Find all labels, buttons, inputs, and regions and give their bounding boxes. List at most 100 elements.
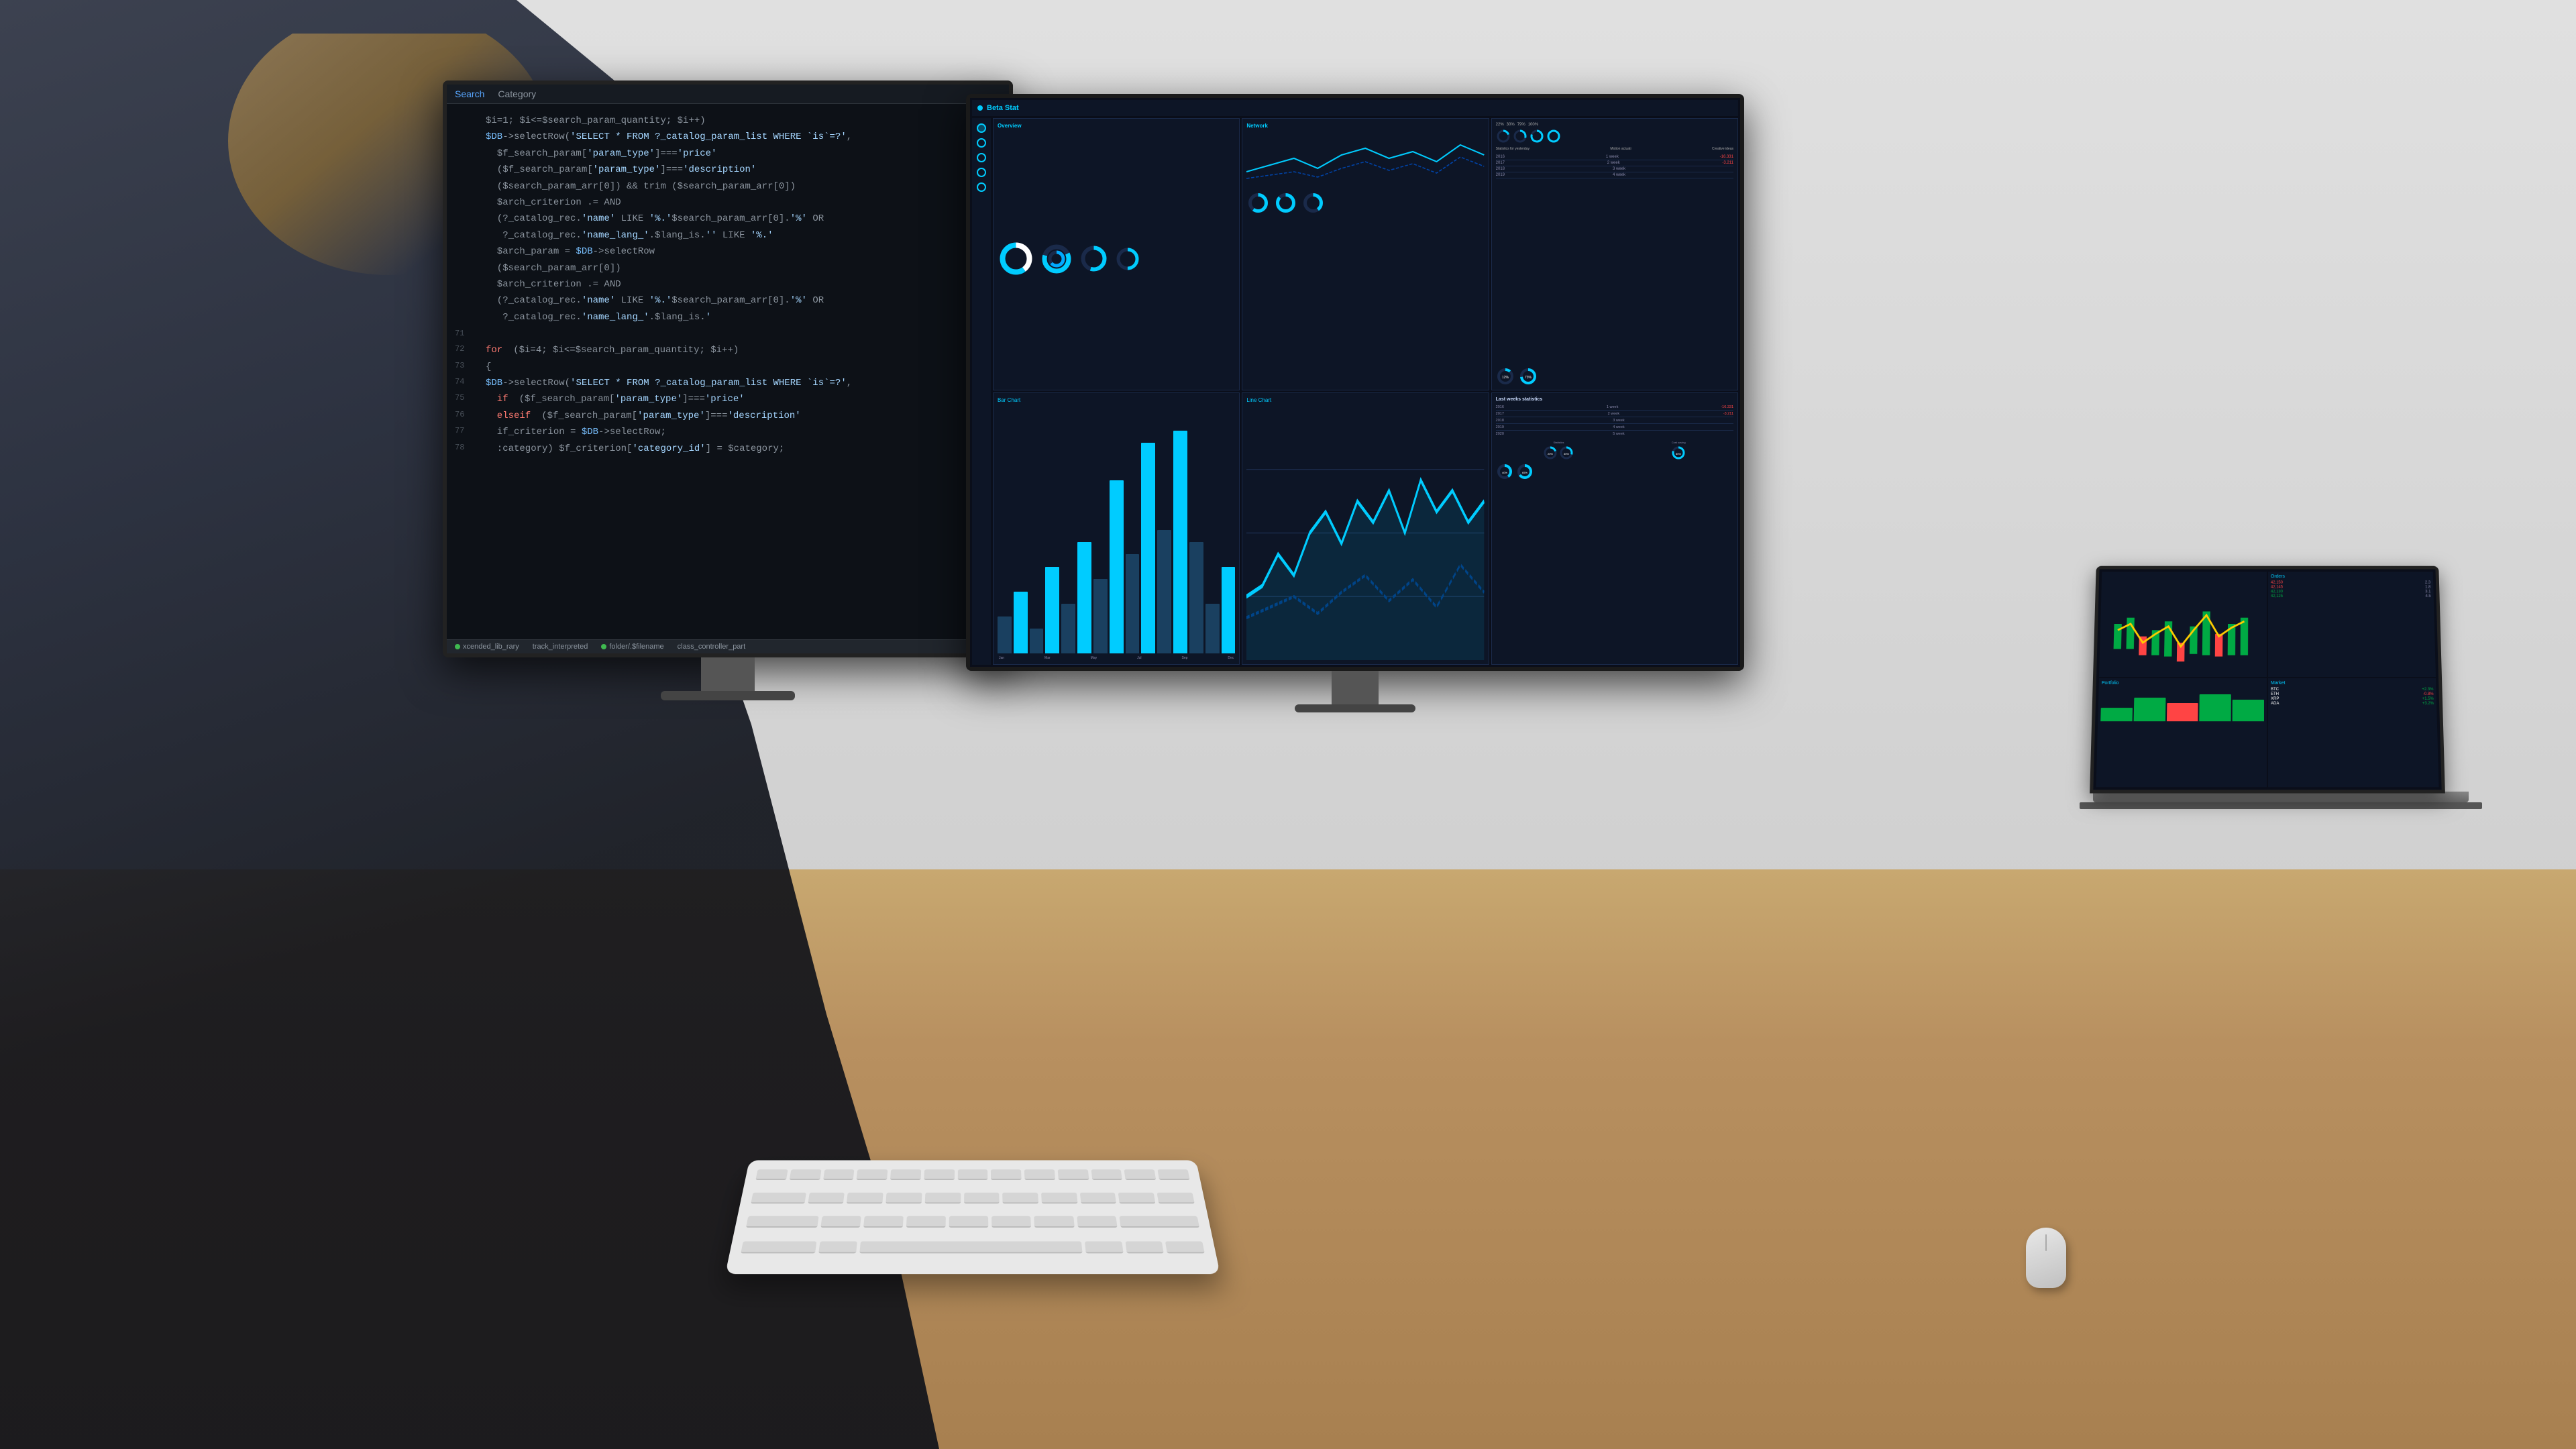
laptop-screen-bezel: Orders 42,1502.3 42,1451.8 42,1303.1 42,… (2090, 566, 2445, 794)
panel-top-center-title: Network (1246, 123, 1484, 129)
svg-text:30%: 30% (1564, 452, 1569, 455)
code-line-78: 78 :category) $f_criterion['category_id'… (455, 441, 1001, 456)
code-line-3: $f_search_param['param_type']==='price' (455, 146, 1001, 161)
code-line-12: (?_catalog_rec.'name' LIKE '%.'$search_p… (455, 293, 1001, 308)
trading-panel-4: Market BTC+2.3% ETH-0.8% XRP+1.5% ADA+3.… (2268, 678, 2438, 787)
top-right-donut-1 (1496, 129, 1511, 144)
mouse (2026, 1228, 2066, 1288)
dashboard-sidebar (972, 118, 991, 665)
bottom-right-donut-80: 80% (1671, 445, 1686, 460)
left-monitor-bezel: Search Category $i=1; $i<=$search_param_… (443, 80, 1013, 657)
trading-panel-3: Portfolio (2096, 678, 2267, 787)
right-monitor-base (1295, 704, 1415, 712)
laptop-base (2080, 802, 2482, 809)
status-item-3: folder/.$filename (601, 643, 663, 651)
svg-text:12%: 12% (1502, 376, 1509, 380)
donut-chart-4 (1114, 246, 1141, 272)
bottom-right-donut-65: 65% (1516, 463, 1534, 480)
code-line-4: ($f_search_param['param_type']==='descri… (455, 162, 1001, 177)
code-editor-content: $i=1; $i<=$search_param_quantity; $i++) … (447, 104, 1009, 466)
dashboard-dot (977, 105, 983, 111)
trading-panel-1 (2099, 572, 2267, 677)
tab-category[interactable]: Category (498, 89, 536, 99)
sidebar-nav-3[interactable] (977, 153, 986, 162)
sidebar-nav-1[interactable] (977, 123, 986, 133)
code-line-75: 75 if ($f_search_param['param_type']==='… (455, 392, 1001, 407)
svg-text:40%: 40% (1502, 471, 1507, 474)
bottom-right-donut-40: 40% (1496, 463, 1513, 480)
code-line-5: ($search_param_arr[0]) && trim ($search_… (455, 179, 1001, 194)
code-line-74: 74 $DB->selectRow('SELECT * FROM ?_catal… (455, 376, 1001, 390)
keyboard (725, 1161, 1220, 1275)
tab-search[interactable]: Search (455, 89, 484, 99)
center-donut-2 (1274, 191, 1297, 215)
center-donut-3 (1301, 191, 1325, 215)
code-line-9: $arch_param = $DB->selectRow (455, 244, 1001, 259)
code-line-11: $arch_criterion .= AND (455, 277, 1001, 292)
panel-bottom-center-title: Line Chart (1246, 397, 1484, 403)
status-item-4: class_controller_part (678, 643, 746, 651)
code-editor-tabs: Search Category (447, 85, 1009, 104)
panel-top-left-title: Overview (998, 123, 1235, 129)
code-line-1: $i=1; $i<=$search_param_quantity; $i++) (455, 113, 1001, 128)
donut-charts-row (998, 131, 1235, 386)
code-line-10: ($search_param_arr[0]) (455, 261, 1001, 276)
code-line-2: $DB->selectRow('SELECT * FROM ?_catalog_… (455, 129, 1001, 144)
panel-bottom-left-title: Bar Chart (998, 397, 1235, 403)
right-monitor-stand (1332, 671, 1379, 704)
code-line-72: 72 for ($i=4; $i<=$search_param_quantity… (455, 343, 1001, 358)
status-item-2: track_interpreted (533, 643, 588, 651)
bar-chart (998, 406, 1235, 656)
dashboard-header: Beta Stat (972, 100, 1738, 116)
panel-bottom-right: Last weeks statistics 2016 1 week -16.33… (1491, 392, 1738, 665)
donut-chart-1 (998, 240, 1034, 277)
stats-donut-73: 73% (1519, 367, 1538, 386)
svg-text:20%: 20% (1548, 452, 1553, 455)
laptop: Orders 42,1502.3 42,1451.8 42,1303.1 42,… (2093, 564, 2469, 966)
bottom-line-chart (1246, 406, 1484, 660)
sidebar-nav-5[interactable] (977, 182, 986, 192)
center-donut-1 (1246, 191, 1270, 215)
stats-donut-12: 12% (1496, 367, 1515, 386)
stats-rows: 2016 1 week -16.331 2017 2 week -3.211 2… (1496, 154, 1733, 362)
panel-bottom-left: Bar Chart (993, 392, 1240, 665)
left-monitor: Search Category $i=1; $i<=$search_param_… (443, 80, 1013, 724)
code-line-13: ?_catalog_rec.'name_lang_'.$lang_is.' (455, 310, 1001, 325)
top-right-donut-3 (1529, 129, 1544, 144)
sidebar-nav-4[interactable] (977, 168, 986, 177)
code-editor-status-bar: xcended_lib_rary track_interpreted folde… (447, 639, 1009, 653)
last-weeks-stats: 2016 1 week -16.331 2017 2 week -3.211 2… (1496, 405, 1733, 437)
left-monitor-screen: Search Category $i=1; $i<=$search_param_… (447, 85, 1009, 653)
status-item-1: xcended_lib_rary (455, 643, 519, 651)
left-monitor-base (661, 691, 795, 700)
panel-top-right: 22% 30% 79% 100% (1491, 118, 1738, 390)
svg-text:65%: 65% (1522, 471, 1527, 474)
sidebar-nav-2[interactable] (977, 138, 986, 148)
bottom-right-donut-20: 20% (1543, 445, 1558, 460)
bottom-right-donut-30: 30% (1559, 445, 1574, 460)
dashboard-title: Beta Stat (987, 104, 1019, 112)
svg-text:80%: 80% (1676, 452, 1681, 455)
code-line-7: (?_catalog_rec.'name' LIKE '%.'$search_p… (455, 211, 1001, 226)
panel-top-center: Network (1242, 118, 1489, 390)
right-monitor-bezel: Beta Stat Overview (966, 94, 1744, 671)
code-line-77: 77 if_criterion = $DB->selectRow; (455, 425, 1001, 439)
laptop-screen: Orders 42,1502.3 42,1451.8 42,1303.1 42,… (2093, 570, 2441, 790)
donut-chart-3 (1079, 244, 1109, 274)
code-line-8: ?_catalog_rec.'name_lang_'.$lang_is.'' L… (455, 228, 1001, 243)
top-right-donut-4 (1546, 129, 1561, 144)
last-weeks-title: Last weeks statistics (1496, 397, 1733, 402)
right-monitor: Beta Stat Overview (966, 94, 1744, 731)
code-line-76: 76 elseif ($f_search_param['param_type']… (455, 409, 1001, 423)
panel-bottom-center: Line Chart (1242, 392, 1489, 665)
scene-container: Search Category $i=1; $i<=$search_param_… (0, 0, 2576, 1449)
wave-chart (1246, 131, 1484, 185)
trading-panel-2: Orders 42,1502.3 42,1451.8 42,1303.1 42,… (2268, 572, 2436, 677)
panel-top-left: Overview (993, 118, 1240, 390)
code-line-73: 73 { (455, 360, 1001, 374)
code-line-71: 71 (455, 327, 1001, 340)
top-right-donut-2 (1513, 129, 1527, 144)
code-line-6: $arch_criterion .= AND (455, 195, 1001, 210)
svg-text:73%: 73% (1525, 376, 1532, 380)
left-monitor-stand (701, 657, 755, 691)
